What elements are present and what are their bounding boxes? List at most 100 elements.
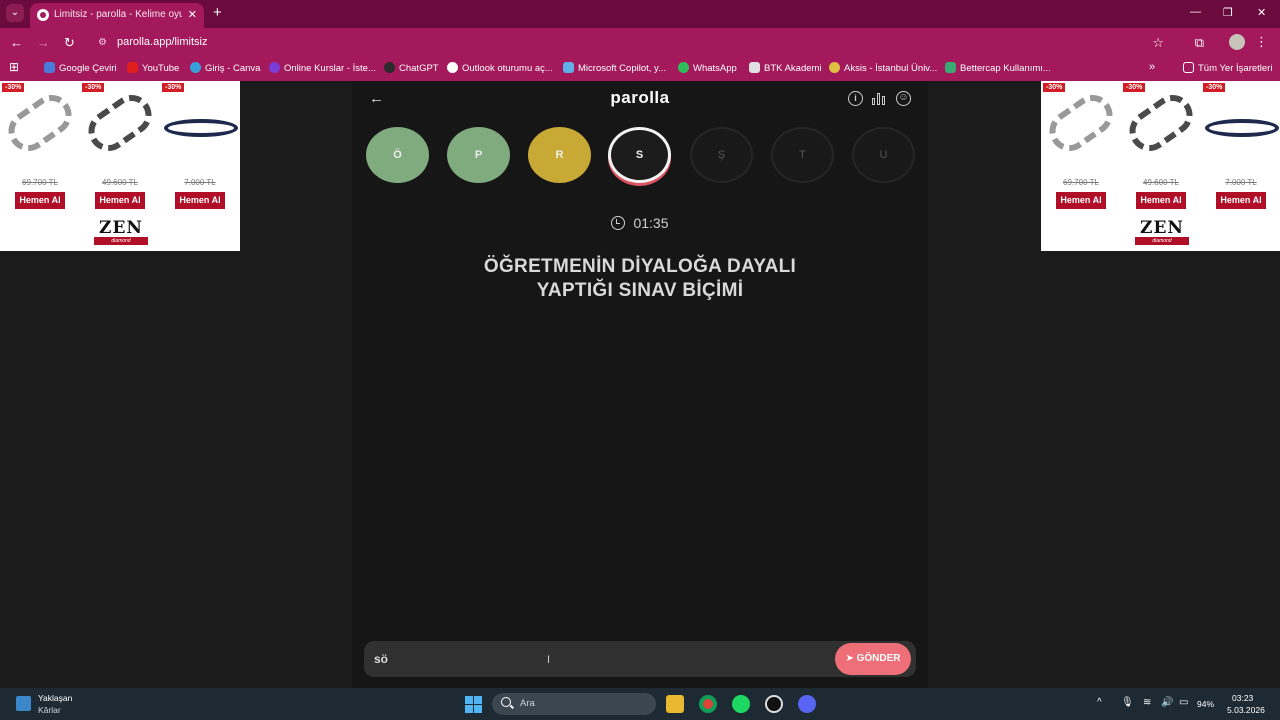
ad-product[interactable]: -30% 7.000 TL Hemen Al	[160, 81, 240, 251]
bookmark-aksis[interactable]: Aksis - İstanbul Üniv...	[829, 62, 937, 74]
extensions-icon[interactable]: ⧉	[1195, 35, 1204, 51]
text-cursor-icon: I	[547, 654, 551, 666]
ad-banner-right[interactable]: -30% 69.700 TL Hemen Al -30% 49.600 TL H…	[1041, 81, 1280, 251]
bookmark-copilot[interactable]: Microsoft Copilot, y...	[563, 62, 666, 74]
browser-tab-active[interactable]: Limitsiz - parolla - Kelime oyunu ✕	[30, 3, 204, 28]
bookmark-chatgpt[interactable]: ChatGPT	[384, 62, 439, 74]
ad-price: 69.700 TL	[22, 178, 58, 187]
app-logo: parolla	[610, 88, 670, 107]
volume-icon[interactable]: 🔊	[1161, 697, 1173, 708]
buy-now-button[interactable]: Hemen Al	[175, 192, 225, 209]
microphone-icon[interactable]: 🎙	[1121, 697, 1134, 708]
letter-bubble-pending: Ş	[690, 127, 753, 183]
weather-widget-icon[interactable]	[16, 696, 31, 711]
discount-badge: -30%	[2, 83, 25, 92]
maximize-button[interactable]: ❐	[1223, 6, 1233, 19]
bracelet-image	[1205, 119, 1279, 137]
file-explorer-icon[interactable]	[666, 695, 684, 713]
discount-badge: -30%	[162, 83, 185, 92]
forward-icon[interactable]: →	[37, 35, 50, 50]
bookmark-bettercap[interactable]: Bettercap Kullanımı...	[945, 62, 1051, 74]
new-tab-button[interactable]: +	[213, 4, 222, 21]
discount-badge: -30%	[1203, 83, 1226, 92]
weather-title[interactable]: Yaklaşan	[38, 693, 72, 703]
tab-title: Limitsiz - parolla - Kelime oyunu	[54, 9, 182, 20]
buy-now-button[interactable]: Hemen Al	[15, 192, 65, 209]
stats-chart-icon[interactable]	[872, 92, 886, 105]
answer-bar: I ➤ GÖNDER	[364, 641, 916, 677]
google-translate-icon	[44, 62, 55, 73]
ad-product[interactable]: -30% 69.700 TL Hemen Al	[0, 81, 80, 251]
bookmark-star-icon[interactable]: ☆	[1152, 35, 1164, 51]
ad-brand-logo: ZEN	[1140, 218, 1184, 238]
bookmarks-overflow-icon[interactable]: »	[1149, 61, 1155, 73]
wifi-icon[interactable]: ≋	[1143, 697, 1151, 708]
close-window-button[interactable]: ✕	[1257, 6, 1266, 19]
game-panel: ← parolla i ☺ Ö P R S Ş T U 01:35 ÖĞRETM…	[352, 81, 928, 688]
obs-icon[interactable]	[765, 695, 783, 713]
buy-now-button[interactable]: Hemen Al	[1056, 192, 1106, 209]
weather-subtitle[interactable]: Kârlar	[38, 705, 61, 715]
reload-icon[interactable]: ↻	[64, 35, 75, 51]
timer: 01:35	[352, 215, 928, 231]
ad-price: 69.700 TL	[1063, 178, 1099, 187]
search-icon	[501, 697, 511, 707]
buy-now-button[interactable]: Hemen Al	[95, 192, 145, 209]
all-bookmarks-folder[interactable]: Tüm Yer İşaretleri	[1183, 62, 1272, 74]
course-icon	[269, 62, 280, 73]
spotify-icon[interactable]	[732, 695, 750, 713]
apps-grid-icon[interactable]: ⊞	[9, 60, 19, 74]
bracelet-image	[164, 119, 238, 137]
bookmark-google-ceviri[interactable]: Google Çeviri	[44, 62, 117, 74]
bookmark-btk-akademi[interactable]: BTK Akademi	[749, 62, 822, 74]
windows-start-icon[interactable]	[465, 696, 482, 713]
minimize-button[interactable]: —	[1190, 6, 1201, 18]
chatgpt-icon	[384, 62, 395, 73]
whatsapp-icon	[678, 62, 689, 73]
chrome-icon[interactable]	[699, 695, 717, 713]
answer-input[interactable]	[374, 649, 804, 669]
bookmark-whatsapp[interactable]: WhatsApp	[678, 62, 737, 74]
discord-icon[interactable]	[798, 695, 816, 713]
info-icon[interactable]: i	[848, 91, 863, 106]
question-line: ÖĞRETMENİN DİYALOĞA DAYALI	[483, 256, 797, 277]
letter-bubble-correct: P	[447, 127, 510, 183]
back-icon[interactable]: ←	[10, 35, 23, 50]
discount-badge: -30%	[82, 83, 105, 92]
close-tab-icon[interactable]: ✕	[188, 8, 197, 21]
clock-date[interactable]: 5.03.2026	[1227, 705, 1265, 715]
ad-product[interactable]: -30% 7.000 TL Hemen Al	[1201, 81, 1280, 251]
profile-avatar[interactable]	[1229, 34, 1245, 50]
ad-product[interactable]: -30% 69.700 TL Hemen Al	[1041, 81, 1121, 251]
browser-menu-icon[interactable]: ⋮	[1255, 34, 1268, 50]
browser-tab-strip: ⌄ Limitsiz - parolla - Kelime oyunu ✕ + …	[0, 0, 1280, 28]
buy-now-button[interactable]: Hemen Al	[1136, 192, 1186, 209]
send-button[interactable]: ➤ GÖNDER	[835, 643, 911, 675]
buy-now-button[interactable]: Hemen Al	[1216, 192, 1266, 209]
clock-time[interactable]: 03:23	[1232, 693, 1253, 703]
profile-icon[interactable]: ☺	[896, 91, 911, 106]
youtube-icon	[127, 62, 138, 73]
discount-badge: -30%	[1123, 83, 1146, 92]
ad-banner-left[interactable]: -30% 69.700 TL Hemen Al -30% 49.600 TL H…	[0, 81, 240, 251]
address-bar[interactable]: ⚙ parolla.app/limitsiz	[88, 31, 1212, 54]
letter-track: Ö P R S Ş T U	[366, 127, 926, 189]
ad-price: 49.600 TL	[1143, 178, 1179, 187]
dark-chain-image	[1121, 87, 1201, 159]
letter-bubble-correct: Ö	[366, 127, 429, 183]
question-text: ÖĞRETMENİN DİYALOĞA DAYALI YAPTIĞI SINAV…	[392, 255, 888, 303]
site-settings-icon[interactable]: ⚙	[98, 37, 107, 48]
browser-toolbar: ← → ↻ ⚙ parolla.app/limitsiz ☆ ⧉	[0, 28, 1280, 57]
bookmarks-bar: ⊞ Google Çeviri YouTube Giriş - Canva On…	[0, 57, 1280, 81]
taskbar-search[interactable]: Ara	[492, 693, 656, 715]
tab-search-button[interactable]: ⌄	[6, 4, 24, 22]
bookmark-outlook[interactable]: Outlook oturumu aç...	[447, 62, 553, 74]
battery-icon[interactable]: ▭	[1179, 697, 1188, 708]
ad-brand-logo: ZEN	[99, 218, 143, 238]
bookmark-youtube[interactable]: YouTube	[127, 62, 179, 74]
bookmark-online-kurslar[interactable]: Online Kurslar - İste...	[269, 62, 376, 74]
folder-icon	[1183, 62, 1194, 73]
bookmark-canva[interactable]: Giriş - Canva	[190, 62, 260, 74]
tray-overflow-icon[interactable]: ^	[1097, 697, 1102, 708]
dark-chain-image	[80, 87, 160, 159]
